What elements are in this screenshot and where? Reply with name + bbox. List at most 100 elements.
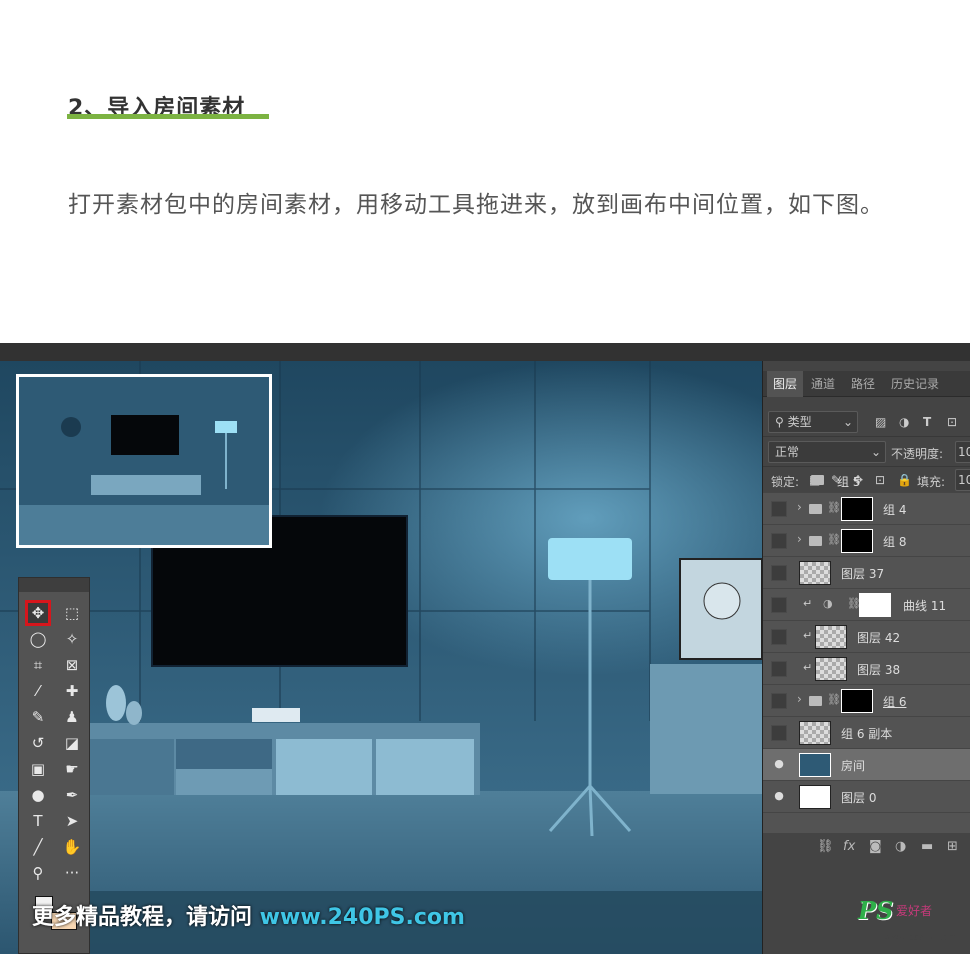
layer-row[interactable]: ● 房间 bbox=[763, 749, 970, 781]
layer-name: 图层 0 bbox=[841, 791, 877, 805]
layer-row[interactable]: ↵ 图层 38 bbox=[763, 653, 970, 685]
layer-row[interactable]: › ⛓ 组 6 bbox=[763, 685, 970, 717]
expand-chevron-icon[interactable]: › bbox=[797, 500, 802, 514]
move-tool[interactable]: ✥ bbox=[25, 600, 51, 626]
lasso-tool[interactable]: ◯ bbox=[25, 626, 51, 652]
link-layers-icon[interactable]: ⛓ bbox=[817, 839, 834, 854]
adjustment-layer-icon[interactable]: ◑ bbox=[895, 839, 906, 854]
new-layer-icon[interactable]: ⊞ bbox=[947, 839, 958, 854]
instruction-paragraph: 打开素材包中的房间素材，用移动工具拖进来，放到画布中间位置，如下图。 bbox=[68, 192, 884, 218]
layer-row[interactable]: › ⛓ 组 4 bbox=[763, 493, 970, 525]
heading-underline bbox=[67, 114, 269, 119]
layer-mask-thumbnail[interactable] bbox=[841, 529, 873, 553]
layer-row[interactable]: ↵ ◑ ⛓ 曲线 11 bbox=[763, 589, 970, 621]
clone-stamp-tool[interactable]: ♟ bbox=[59, 704, 85, 730]
watermark-prefix: 更多精品教程，请访问 bbox=[32, 905, 260, 930]
path-selection-tool[interactable]: ➤ bbox=[59, 808, 85, 834]
visibility-toggle-icon[interactable] bbox=[771, 693, 787, 709]
layer-thumbnail[interactable] bbox=[799, 561, 831, 585]
tab-0[interactable]: 图层 bbox=[767, 371, 803, 397]
layer-mask-thumbnail[interactable] bbox=[841, 497, 873, 521]
layer-name: 组 4 bbox=[883, 503, 907, 517]
opacity-input[interactable]: 10 bbox=[955, 441, 970, 463]
visibility-toggle-icon[interactable]: ● bbox=[771, 757, 787, 773]
new-group-icon[interactable]: ▬ bbox=[921, 839, 933, 854]
visibility-toggle-icon[interactable] bbox=[771, 597, 787, 613]
visibility-toggle-icon[interactable] bbox=[771, 629, 787, 645]
type-tool[interactable]: T bbox=[25, 808, 51, 834]
layer-row[interactable]: 组 6 副本 bbox=[763, 717, 970, 749]
curves-icon: ◑ bbox=[823, 597, 833, 610]
layer-name: 曲线 11 bbox=[903, 599, 947, 613]
tab-1[interactable]: 通道 bbox=[803, 371, 843, 397]
visibility-toggle-icon[interactable]: ● bbox=[771, 789, 787, 805]
navigator-thumbnail bbox=[16, 374, 272, 548]
layer-thumbnail[interactable] bbox=[799, 721, 831, 745]
layer-name: 图层 38 bbox=[857, 663, 901, 677]
layer-row[interactable]: ↵ 图层 42 bbox=[763, 621, 970, 653]
pen-tool[interactable]: ✒ bbox=[59, 782, 85, 808]
visibility-toggle-icon[interactable] bbox=[771, 725, 787, 741]
magic-wand-tool[interactable]: ✧ bbox=[59, 626, 85, 652]
tab-2[interactable]: 路径 bbox=[843, 371, 883, 397]
gradient-tool[interactable]: ▣ bbox=[25, 756, 51, 782]
visibility-toggle-icon[interactable] bbox=[771, 565, 787, 581]
photoshop-screenshot: ✥ ⬚ ◯ ✧ ⌗ ⊠ ⁄ ✚ ✎ ♟ ↺ ◪ ▣ ☛ ● ✒ T ➤ ╱ ✋ ⚲ ··· 更多精品教程，请访问 www.… bbox=[0, 343, 970, 954]
folder-icon bbox=[809, 536, 822, 546]
layer-mask-thumbnail[interactable] bbox=[859, 593, 891, 617]
chevron-down-icon: ⌄ bbox=[842, 415, 853, 429]
panel-tabs: 图层 通道 路径 历史记录 bbox=[763, 371, 970, 397]
eraser-tool[interactable]: ◪ bbox=[59, 730, 85, 756]
visibility-toggle-icon[interactable] bbox=[771, 661, 787, 677]
layers-list: 组 5 › ⛓ 组 4 › ⛓ 组 8 图层 37 ↵ ◑ ⛓ 曲线 11 ↵ 图层 42 ↵ 图层 38 ›… bbox=[763, 475, 970, 845]
zoom-tool[interactable]: ⚲ bbox=[25, 860, 51, 886]
blend-mode-select[interactable]: 正常 ⌄ bbox=[768, 441, 886, 463]
filter-type-icon[interactable]: T bbox=[923, 415, 931, 429]
layer-row[interactable]: ● 图层 0 bbox=[763, 781, 970, 813]
layer-thumbnail[interactable] bbox=[815, 657, 847, 681]
more-tools[interactable]: ··· bbox=[59, 860, 85, 886]
fx-icon[interactable]: fx bbox=[843, 839, 855, 854]
layer-thumbnail[interactable] bbox=[815, 625, 847, 649]
layer-name: 图层 42 bbox=[857, 631, 901, 645]
link-icon: ⛓ bbox=[827, 501, 841, 514]
filter-kind-select[interactable]: ⚲ 类型 ⌄ bbox=[768, 411, 858, 433]
filter-image-icon[interactable]: ▨ bbox=[875, 415, 886, 429]
history-brush-tool[interactable]: ↺ bbox=[25, 730, 51, 756]
brush-tool[interactable]: ✎ bbox=[25, 704, 51, 730]
layer-row-partial[interactable]: 组 5 bbox=[763, 471, 970, 493]
hand-tool[interactable]: ✋ bbox=[59, 834, 85, 860]
smudge-tool[interactable]: ☛ bbox=[59, 756, 85, 782]
visibility-toggle-icon[interactable] bbox=[771, 533, 787, 549]
expand-chevron-icon[interactable]: › bbox=[797, 692, 802, 706]
eyedropper-tool[interactable]: ⁄ bbox=[25, 678, 51, 704]
filter-shape-icon[interactable]: ⊡ bbox=[947, 415, 957, 429]
filter-kind-value: 类型 bbox=[787, 415, 812, 429]
site-logo: PS bbox=[858, 896, 893, 925]
marquee-tool[interactable]: ⬚ bbox=[59, 600, 85, 626]
layer-name: 组 8 bbox=[883, 535, 907, 549]
layer-thumbnail[interactable] bbox=[799, 785, 831, 809]
expand-chevron-icon[interactable]: › bbox=[797, 532, 802, 546]
line-tool[interactable]: ╱ bbox=[25, 834, 51, 860]
opacity-label: 不透明度: bbox=[891, 447, 944, 461]
visibility-toggle-icon[interactable] bbox=[771, 501, 787, 517]
dodge-tool[interactable]: ● bbox=[25, 782, 51, 808]
crop-tool[interactable]: ⌗ bbox=[25, 652, 51, 678]
filter-adjustment-icon[interactable]: ◑ bbox=[899, 415, 909, 429]
layer-row[interactable]: 图层 37 bbox=[763, 557, 970, 589]
tab-3[interactable]: 历史记录 bbox=[883, 371, 947, 397]
add-mask-icon[interactable]: ◙ bbox=[869, 839, 882, 854]
layer-row[interactable]: › ⛓ 组 8 bbox=[763, 525, 970, 557]
layer-thumbnail[interactable] bbox=[799, 753, 831, 777]
clipping-icon: ↵ bbox=[803, 597, 813, 610]
logo-text: 爱好者 bbox=[896, 904, 933, 918]
folder-icon bbox=[809, 696, 822, 706]
layer-name: 房间 bbox=[841, 759, 866, 773]
healing-brush-tool[interactable]: ✚ bbox=[59, 678, 85, 704]
layer-mask-thumbnail[interactable] bbox=[841, 689, 873, 713]
chevron-down-icon: ⌄ bbox=[870, 445, 881, 459]
layers-panel: 图层 通道 路径 历史记录 ⚲ 类型 ⌄ ▨ ◑ T ⊡ 正常 ⌄ 不透明度: 10 锁定… bbox=[762, 361, 970, 954]
toolbox-header[interactable] bbox=[19, 578, 89, 592]
frame-tool[interactable]: ⊠ bbox=[59, 652, 85, 678]
